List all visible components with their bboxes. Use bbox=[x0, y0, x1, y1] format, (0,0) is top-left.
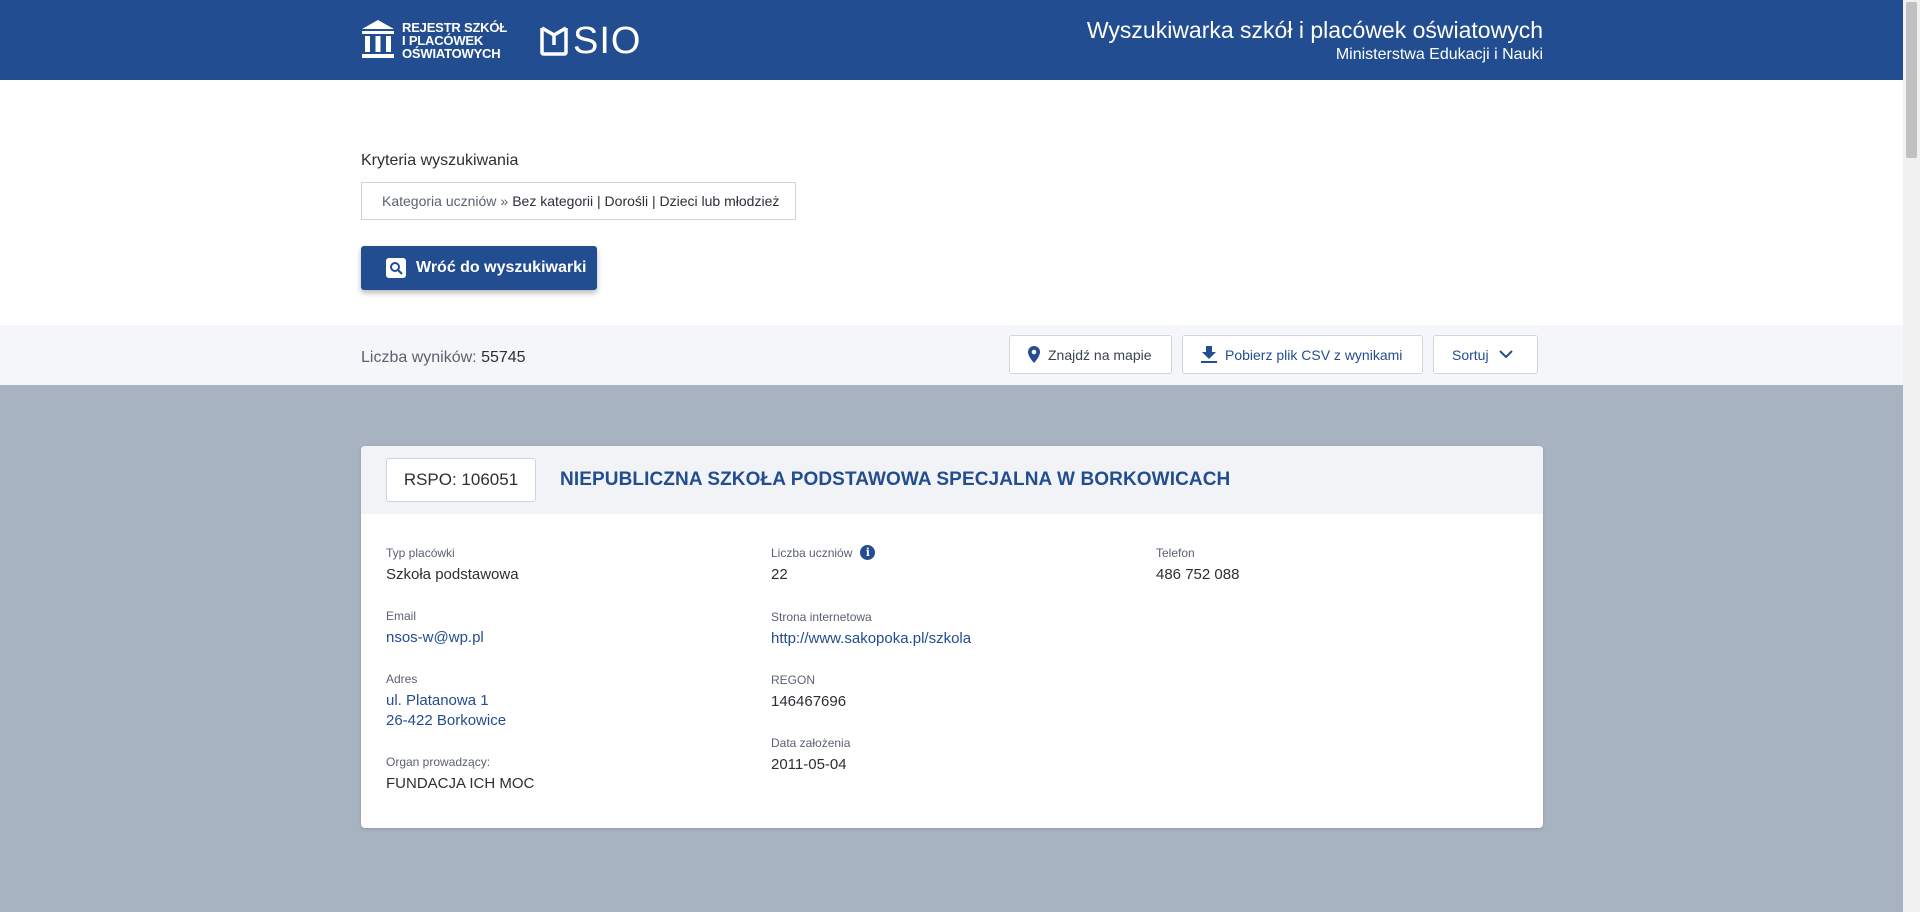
page-scrollbar[interactable] bbox=[1903, 0, 1920, 912]
field-type: Typ placówki Szkoła podstawowa bbox=[386, 546, 519, 585]
download-csv-label: Pobierz plik CSV z wynikami bbox=[1225, 346, 1403, 363]
scrollbar-thumb[interactable] bbox=[1906, 2, 1917, 158]
address-link[interactable]: ul. Platanowa 1 26-422 Borkowice bbox=[386, 691, 506, 731]
back-to-search-button[interactable]: Wróć do wyszukiwarki bbox=[361, 246, 597, 290]
address-line-1: ul. Platanowa 1 bbox=[386, 692, 489, 709]
field-students: Liczba uczniów i 22 bbox=[771, 545, 876, 585]
sort-dropdown-button[interactable]: Sortuj bbox=[1433, 335, 1538, 374]
info-icon[interactable]: i bbox=[860, 545, 876, 560]
find-on-map-label: Znajdź na mapie bbox=[1048, 346, 1152, 363]
find-on-map-button[interactable]: Znajdź na mapie bbox=[1009, 335, 1172, 374]
sio-logo-text: SIO bbox=[573, 20, 642, 62]
field-organ: Organ prowadzący: FUNDACJA ICH MOC bbox=[386, 755, 534, 794]
field-regon: REGON 146467696 bbox=[771, 673, 846, 712]
field-students-label: Liczba uczniów bbox=[771, 545, 853, 560]
site-title: Wyszukiwarka szkół i placówek oświatowyc… bbox=[1086, 17, 1543, 43]
field-address-label: Adres bbox=[386, 672, 418, 686]
field-students-value: 22 bbox=[771, 566, 788, 583]
top-header: REJESTR SZKÓŁ I PLACÓWEK OŚWIATOWYCH SIO… bbox=[0, 0, 1903, 80]
field-email: Email nsos-w@wp.pl bbox=[386, 609, 484, 648]
field-regon-value: 146467696 bbox=[771, 693, 847, 710]
field-website: Strona internetowa http://www.sakopoka.p… bbox=[771, 610, 971, 649]
building-columns-icon bbox=[362, 20, 394, 58]
map-pin-icon bbox=[1028, 346, 1040, 363]
website-link[interactable]: http://www.sakopoka.pl/szkola bbox=[771, 629, 971, 649]
field-phone-label: Telefon bbox=[1156, 546, 1195, 560]
results-count-value: 55745 bbox=[481, 349, 526, 366]
rspo-logo-line-3: OŚWIATOWYCH bbox=[402, 45, 501, 61]
school-result-card: RSPO: 106051 NIEPUBLICZNA SZKOŁA PODSTAW… bbox=[361, 446, 1543, 828]
site-subtitle: Ministerstwa Edukacji i Nauki bbox=[1335, 46, 1543, 63]
field-phone-value: 486 752 088 bbox=[1156, 566, 1240, 583]
rspo-badge: RSPO: 106051 bbox=[386, 458, 536, 502]
email-link[interactable]: nsos-w@wp.pl bbox=[386, 628, 484, 648]
search-icon bbox=[386, 258, 406, 278]
rspo-logo-text: REJESTR SZKÓŁ I PLACÓWEK OŚWIATOWYCH bbox=[402, 21, 507, 60]
results-count-label: Liczba wyników: bbox=[361, 349, 477, 366]
header-titles: Wyszukiwarka szkół i placówek oświatowyc… bbox=[1087, 16, 1543, 64]
rspo-logo-line-2: I PLACÓWEK bbox=[402, 32, 484, 48]
sio-logo[interactable]: SIO bbox=[539, 22, 641, 60]
field-type-label: Typ placówki bbox=[386, 546, 455, 560]
field-address: Adres ul. Platanowa 1 26-422 Borkowice bbox=[386, 672, 506, 731]
field-organ-value: FUNDACJA ICH MOC bbox=[386, 775, 535, 792]
sort-label: Sortuj bbox=[1452, 346, 1489, 363]
school-name-link[interactable]: NIEPUBLICZNA SZKOŁA PODSTAWOWA SPECJALNA… bbox=[560, 469, 1230, 491]
field-type-value: Szkoła podstawowa bbox=[386, 566, 519, 583]
field-regon-label: REGON bbox=[771, 673, 816, 687]
field-email-label: Email bbox=[386, 609, 417, 623]
rspo-logo-line-1: REJESTR SZKÓŁ bbox=[402, 19, 508, 35]
field-organ-label: Organ prowadzący: bbox=[386, 755, 491, 769]
results-toolbar: Liczba wyników: 55745 Znajdź na mapie Po… bbox=[0, 325, 1903, 385]
chevron-down-icon bbox=[1498, 350, 1513, 359]
field-website-label: Strona internetowa bbox=[771, 610, 872, 624]
criteria-key: Kategoria uczniów bbox=[382, 193, 497, 209]
criteria-value: Bez kategorii | Dorośli | Dzieci lub mło… bbox=[512, 193, 780, 209]
download-icon bbox=[1201, 346, 1217, 363]
book-s-icon bbox=[540, 26, 568, 56]
field-founded-value: 2011-05-04 bbox=[771, 756, 847, 773]
criteria-summary: Kategoria uczniów » Bez kategorii | Doro… bbox=[361, 182, 796, 220]
field-founded-label: Data założenia bbox=[771, 736, 851, 750]
field-phone: Telefon 486 752 088 bbox=[1156, 546, 1239, 585]
address-line-2: 26-422 Borkowice bbox=[386, 712, 507, 729]
rspo-logo[interactable]: REJESTR SZKÓŁ I PLACÓWEK OŚWIATOWYCH bbox=[362, 20, 507, 60]
results-count: Liczba wyników: 55745 bbox=[361, 349, 526, 367]
criteria-separator: » bbox=[500, 193, 509, 209]
criteria-heading: Kryteria wyszukiwania bbox=[361, 152, 519, 169]
back-to-search-label: Wróć do wyszukiwarki bbox=[416, 259, 587, 276]
download-csv-button[interactable]: Pobierz plik CSV z wynikami bbox=[1182, 335, 1423, 374]
field-students-label-row: Liczba uczniów i bbox=[771, 545, 876, 560]
field-founded: Data założenia 2011-05-04 bbox=[771, 736, 850, 775]
card-header: RSPO: 106051 NIEPUBLICZNA SZKOŁA PODSTAW… bbox=[361, 446, 1543, 514]
search-criteria-section: Kryteria wyszukiwania Kategoria uczniów … bbox=[0, 80, 1903, 325]
